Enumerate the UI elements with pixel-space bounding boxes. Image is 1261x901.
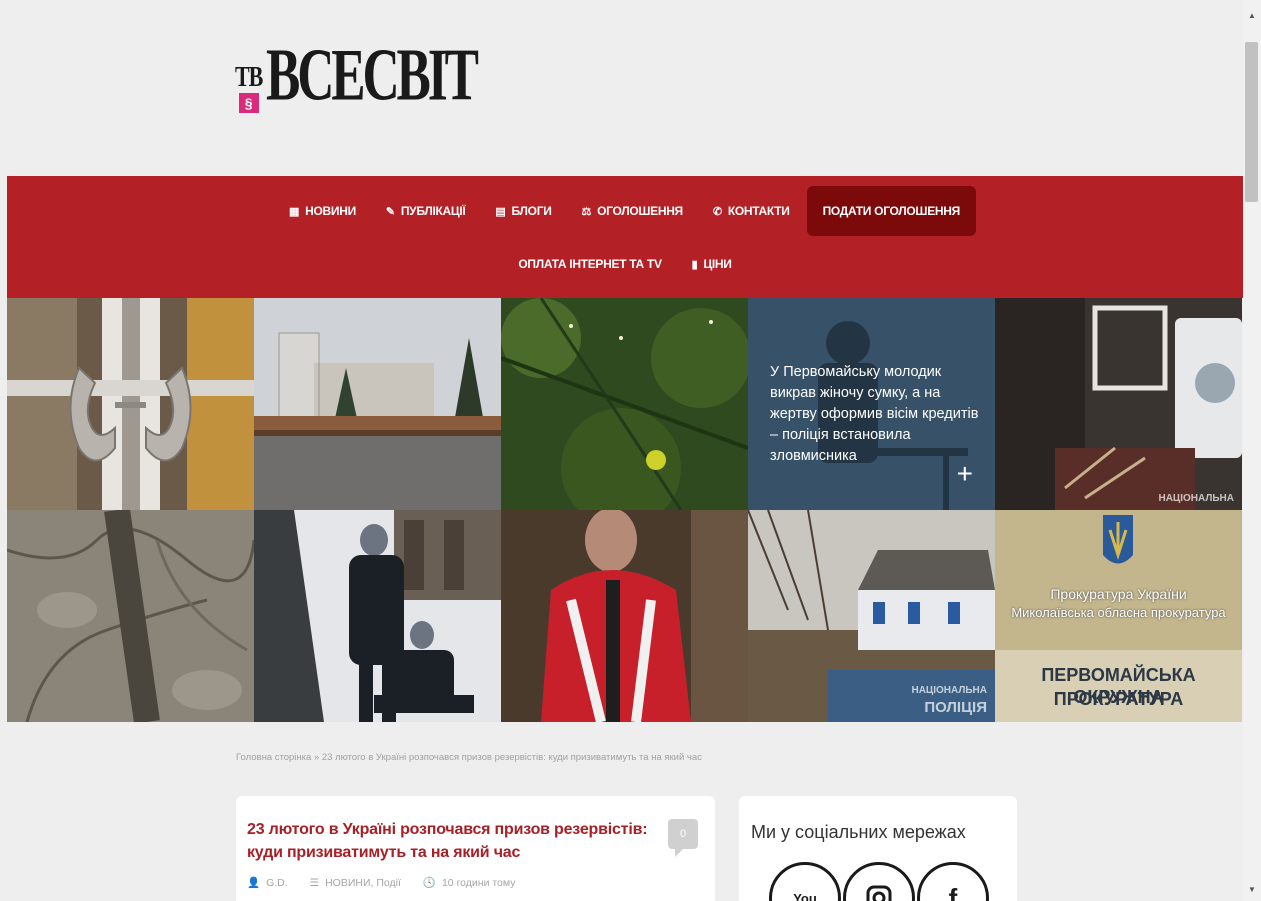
page: ТВ § ВСЕСВІТ ▦ НОВИНИ ✎ ПУБЛІКАЦІЇ ▤ БЛО… [0,0,1261,901]
nav-item-ads[interactable]: ⚖ ОГОЛОШЕННЯ [567,186,698,236]
police-snow-image [254,510,501,722]
social-widget-title: Ми у соціальних мережах [751,822,966,842]
post-meta: 👤 G.D. ☰ НОВИНИ, Події 🕓 10 години тому [247,876,516,890]
nav-row-primary: ▦ НОВИНИ ✎ ПУБЛІКАЦІЇ ▤ БЛОГИ ⚖ ОГОЛОШЕН… [7,186,1243,236]
post-author[interactable]: G.D. [266,877,288,889]
nav-item-prices[interactable]: ▮ ЦІНИ [677,239,747,289]
scrollbar-thumb[interactable] [1245,42,1258,202]
facebook-icon[interactable]: f [917,862,989,901]
comment-count-badge[interactable]: 0 [668,819,698,857]
news-tile-fir-branch[interactable] [501,298,748,510]
user-icon: 👤 [247,877,261,889]
nav-item-label: БЛОГИ [511,204,552,218]
post-title[interactable]: 23 лютого в Україні розпочався призов ре… [247,818,657,864]
nav-item-label: ПУБЛІКАЦІЇ [400,204,466,218]
news-tile-featured[interactable]: У Первомайську молодик викрав жіночу сум… [748,298,995,510]
news-tile-fire[interactable]: НАЦІОНАЛЬНА [995,298,1242,510]
nav-item-label: ОГОЛОШЕННЯ [597,204,683,218]
logo-mark: ТВ § [235,60,263,113]
fir-branch-image [501,298,748,510]
page-scrollbar[interactable]: ▲ ▼ [1243,0,1261,901]
nav-row-secondary: ОПЛАТА ІНТЕРНЕТ ТА TV ▮ ЦІНИ [7,242,1243,286]
news-tile-handcuffs[interactable] [7,298,254,510]
burnt-room-image [995,298,1242,510]
nav-item-news[interactable]: ▦ НОВИНИ [274,186,371,236]
logo-prefix: ТВ [235,60,263,93]
nav-item-contacts[interactable]: ✆ КОНТАКТИ [698,186,805,236]
sign-line-4: ПРОКУРАТУРА [1053,689,1184,709]
asphalt-image [7,510,254,722]
post-categories[interactable]: НОВИНИ, Події [325,877,401,889]
news-tile-jacket[interactable] [501,510,748,722]
tile-watermark: НАЦІОНАЛЬНА [1158,493,1234,504]
site-header: ТВ § ВСЕСВІТ [7,9,1243,176]
featured-news-grid: У Первомайську молодик викрав жіночу сум… [7,298,1243,722]
news-tile-village[interactable]: НАЦІОНАЛЬНА ПОЛІЦІЯ [748,510,995,722]
nav-item-publications[interactable]: ✎ ПУБЛІКАЦІЇ [371,186,481,236]
main-nav: ▦ НОВИНИ ✎ ПУБЛІКАЦІЇ ▤ БЛОГИ ⚖ ОГОЛОШЕН… [7,176,1243,298]
pencil-icon: ✎ [385,205,395,218]
submit-ad-button[interactable]: ПОДАТИ ОГОЛОШЕННЯ [806,186,976,236]
youtube-icon[interactable]: You [769,862,841,901]
bookmark-icon: ▮ [691,258,698,271]
scroll-down-arrow-icon[interactable]: ▼ [1247,885,1257,894]
nav-item-blogs[interactable]: ▤ БЛОГИ [480,186,566,236]
featured-caption[interactable]: У Первомайську молодик викрав жіночу сум… [770,362,980,467]
social-widget: Ми у соціальних мережах You f [739,796,1017,901]
instagram-icon[interactable] [843,862,915,901]
nav-item-payment[interactable]: ОПЛАТА ІНТЕРНЕТ ТА TV [503,239,676,289]
tile-watermark-top: НАЦІОНАЛЬНА [911,685,987,696]
nav-item-label: НОВИНИ [305,204,356,218]
breadcrumb[interactable]: Головна сторінка » 23 лютого в Україні р… [236,752,702,763]
news-tile-police-snow[interactable] [254,510,501,722]
news-tile-asphalt[interactable] [7,510,254,722]
nav-item-label: ОПЛАТА ІНТЕРНЕТ ТА TV [518,257,662,271]
gavel-icon: ⚖ [581,205,592,218]
facebook-glyph: f [948,882,958,901]
jacket-image [501,510,748,722]
news-tile-prosecutor[interactable]: Прокуратура України Миколаївська обласна… [995,510,1242,722]
scroll-up-arrow-icon[interactable]: ▲ [1247,11,1257,20]
instagram-glyph [866,885,892,901]
clock-icon: 🕓 [422,877,436,889]
news-tile-building[interactable] [254,298,501,510]
logo-emblem-icon: § [238,93,259,113]
sign-line-2: Миколаївська обласна прокуратура [1011,605,1226,620]
comment-count: 0 [668,819,698,849]
book-icon: ▤ [495,205,506,218]
nav-item-label: КОНТАКТИ [727,204,790,218]
comment-bubble-tail [675,849,691,857]
calendar-icon: ▦ [289,205,300,218]
site-logo[interactable]: ТВ § ВСЕСВІТ [235,39,535,113]
sign-line-1: Прокуратура України [1050,586,1187,602]
plus-icon[interactable]: + [957,460,973,488]
post-card: 23 лютого в Україні розпочався призов ре… [236,796,715,901]
building-image [254,298,501,510]
youtube-label: You [793,890,817,901]
post-time: 10 години тому [441,876,516,889]
handcuffs-image [7,298,254,510]
phone-icon: ✆ [712,205,722,218]
list-icon: ☰ [309,876,320,889]
logo-word: ВСЕСВІТ [266,34,479,117]
tile-watermark-bottom: ПОЛІЦІЯ [924,699,987,716]
nav-item-label: ЦІНИ [703,257,732,271]
